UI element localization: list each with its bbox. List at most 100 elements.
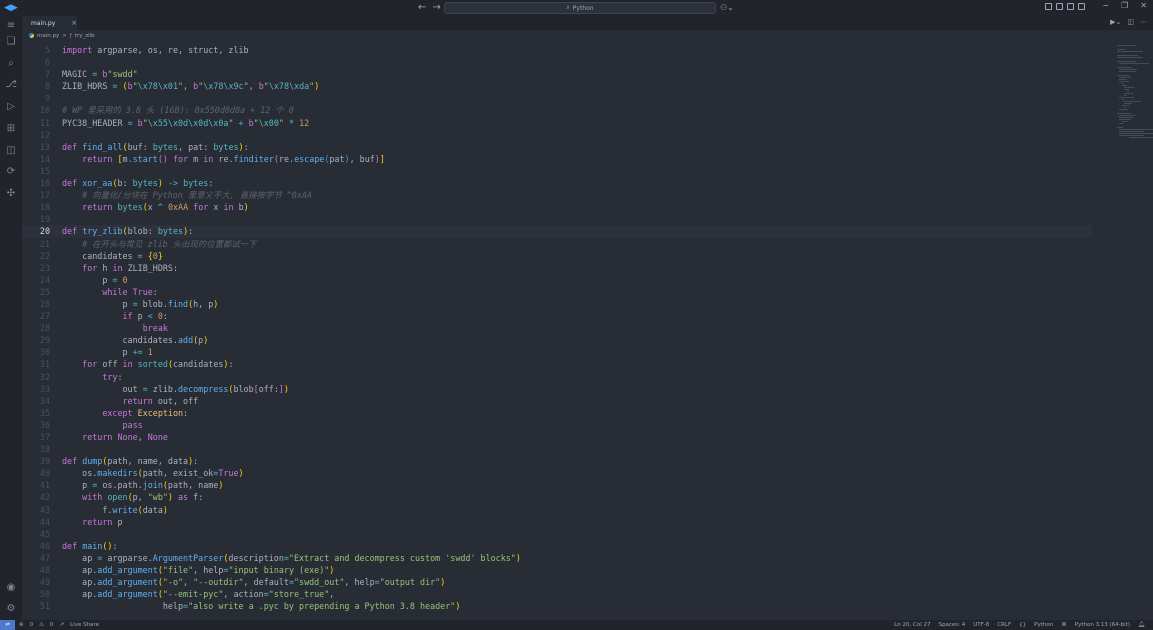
code-line[interactable]: 28 break <box>22 322 1092 334</box>
code-line[interactable]: 22 candidates = {0} <box>22 250 1092 262</box>
database-icon[interactable]: ◫ <box>5 145 17 157</box>
code-line[interactable]: 7 MAGIC = b"swdd" <box>22 68 1092 80</box>
line-number[interactable]: 14 <box>22 153 50 165</box>
code-line[interactable]: 16 def xor_aa(b: bytes) -> bytes: <box>22 177 1092 189</box>
code-line[interactable]: 40 os.makedirs(path, exist_ok=True) <box>22 467 1092 479</box>
code-line[interactable]: 15 <box>22 165 1092 177</box>
line-number[interactable]: 44 <box>22 516 50 528</box>
settings-gear-icon[interactable]: ⚙ <box>5 603 17 615</box>
line-number[interactable]: 11 <box>22 117 50 129</box>
line-number[interactable]: 43 <box>22 504 50 516</box>
toggle-panel-icon[interactable] <box>1067 3 1074 10</box>
line-number[interactable]: 22 <box>22 250 50 262</box>
code-line[interactable]: 34 return out, off <box>22 395 1092 407</box>
code-line[interactable]: 8 ZLIB_HDRS = (b"\x78\x01", b"\x78\x9c", … <box>22 80 1092 92</box>
remote-indicator-icon[interactable]: ⇌ <box>0 620 15 630</box>
line-number[interactable]: 17 <box>22 189 50 201</box>
back-arrow-icon[interactable]: ← <box>418 2 426 13</box>
code-line[interactable]: 11 PYC38_HEADER = b"\x55\x0d\x0d\x0a" + b… <box>22 117 1092 129</box>
line-number[interactable]: 49 <box>22 576 50 588</box>
account-icon[interactable]: ◉ <box>5 582 17 594</box>
errors-icon[interactable]: ⊗ <box>19 622 24 628</box>
code-line[interactable]: 18 return bytes(x ^ 0xAA for x in b) <box>22 201 1092 213</box>
line-number[interactable]: 27 <box>22 310 50 322</box>
split-editor-icon[interactable]: ◫ <box>1127 18 1134 26</box>
line-number[interactable]: 48 <box>22 564 50 576</box>
warnings-count[interactable]: 0 <box>50 622 54 628</box>
line-number[interactable]: 40 <box>22 467 50 479</box>
code-line[interactable]: 26 p = blob.find(h, p) <box>22 298 1092 310</box>
code-line[interactable]: 29 candidates.add(p) <box>22 334 1092 346</box>
line-number[interactable]: 33 <box>22 383 50 395</box>
code-line[interactable]: 35 except Exception: <box>22 407 1092 419</box>
cursor-position[interactable]: Ln 20, Col 27 <box>894 622 930 628</box>
code-line[interactable]: 39 def dump(path, name, data): <box>22 455 1092 467</box>
line-number[interactable]: 6 <box>22 56 50 68</box>
line-number[interactable]: 19 <box>22 213 50 225</box>
code-line[interactable]: 32 try: <box>22 371 1092 383</box>
code-line[interactable]: 46 def main(): <box>22 540 1092 552</box>
line-number[interactable]: 29 <box>22 334 50 346</box>
line-number[interactable]: 31 <box>22 358 50 370</box>
minimize-icon[interactable]: − <box>1102 1 1109 10</box>
line-number[interactable]: 32 <box>22 371 50 383</box>
code-line[interactable]: 43 f.write(data) <box>22 504 1092 516</box>
line-number[interactable]: 24 <box>22 274 50 286</box>
code-line[interactable]: 48 ap.add_argument("file", help="input b… <box>22 564 1092 576</box>
customize-layout-icon[interactable] <box>1045 3 1052 10</box>
code-line[interactable]: 21 # 在开头与常见 zlib 头出现的位置都试一下 <box>22 238 1092 250</box>
notifications-bell-icon[interactable]: 🔔︎ <box>1138 622 1145 628</box>
line-number[interactable]: 35 <box>22 407 50 419</box>
close-window-icon[interactable]: ✕ <box>1140 1 1147 10</box>
code-line[interactable]: 13 def find_all(buf: bytes, pat: bytes): <box>22 141 1092 153</box>
code-line[interactable]: 41 p = os.path.join(path, name) <box>22 479 1092 491</box>
code-line[interactable]: 42 with open(p, "wb") as f: <box>22 491 1092 503</box>
code-line[interactable]: 6 <box>22 56 1092 68</box>
code-line[interactable]: 20 def try_zlib(blob: bytes): <box>22 225 1092 238</box>
line-number[interactable]: 50 <box>22 588 50 600</box>
line-number[interactable]: 21 <box>22 238 50 250</box>
line-number[interactable]: 16 <box>22 177 50 189</box>
code-editor[interactable]: 5 import argparse, os, re, struct, zlib 6 7… <box>22 41 1153 620</box>
code-line[interactable]: 12 <box>22 129 1092 141</box>
extensions-icon[interactable]: ⊞ <box>5 123 17 135</box>
code-line[interactable]: 36 pass <box>22 419 1092 431</box>
line-number[interactable]: 51 <box>22 600 50 612</box>
restore-icon[interactable]: ❐ <box>1121 1 1128 10</box>
code-line[interactable]: 17 # 向量化/分块在 Python 里意义不大, 直接按字节 ^0xAA <box>22 189 1092 201</box>
line-number[interactable]: 39 <box>22 455 50 467</box>
python-interpreter[interactable]: Python 3.13 (64-bit) <box>1075 622 1130 628</box>
tab-main-py[interactable]: main.py × <box>22 16 77 30</box>
line-number[interactable]: 12 <box>22 129 50 141</box>
line-number[interactable]: 36 <box>22 419 50 431</box>
line-number[interactable]: 7 <box>22 68 50 80</box>
breadcrumb-file[interactable]: main.py <box>37 33 59 39</box>
breadcrumb-symbol[interactable]: try_zlib <box>75 33 95 39</box>
line-number[interactable]: 38 <box>22 443 50 455</box>
code-line[interactable]: 33 out = zlib.decompress(blob[off:]) <box>22 383 1092 395</box>
run-debug-icon[interactable]: ▷ <box>5 101 17 113</box>
line-number[interactable]: 18 <box>22 201 50 213</box>
code-line[interactable]: 44 return p <box>22 516 1092 528</box>
code-line[interactable]: 47 ap = argparse.ArgumentParser(descript… <box>22 552 1092 564</box>
line-number[interactable]: 42 <box>22 491 50 503</box>
errors-count[interactable]: 0 <box>30 622 34 628</box>
code-line[interactable]: 24 p = 0 <box>22 274 1092 286</box>
line-number[interactable]: 26 <box>22 298 50 310</box>
line-number[interactable]: 8 <box>22 80 50 92</box>
code-line[interactable]: 50 ap.add_argument("--emit-pyc", action=… <box>22 588 1092 600</box>
line-number[interactable]: 10 <box>22 104 50 116</box>
close-tab-icon[interactable]: × <box>71 19 77 27</box>
python-icon[interactable]: ✣ <box>5 188 17 200</box>
toggle-secondary-sidebar-icon[interactable] <box>1078 3 1085 10</box>
forward-arrow-icon[interactable]: → <box>432 2 440 13</box>
language-mode[interactable]: Python <box>1034 622 1053 628</box>
line-number[interactable]: 15 <box>22 165 50 177</box>
code-line[interactable]: 45 <box>22 528 1092 540</box>
code-line[interactable]: 37 return None, None <box>22 431 1092 443</box>
code-line[interactable]: 19 <box>22 213 1092 225</box>
line-number[interactable]: 25 <box>22 286 50 298</box>
code-line[interactable]: 31 for off in sorted(candidates): <box>22 358 1092 370</box>
line-number[interactable]: 28 <box>22 322 50 334</box>
run-file-icon[interactable]: ▶⌄ <box>1110 18 1121 26</box>
